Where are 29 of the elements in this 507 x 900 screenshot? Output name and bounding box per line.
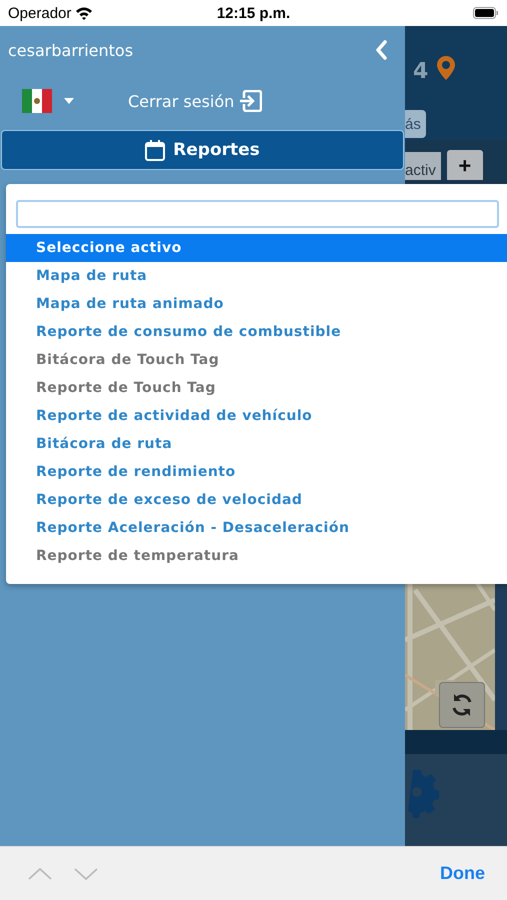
report-option[interactable]: Reporte de actividad de vehículo	[6, 402, 507, 430]
reports-button[interactable]: Reportes	[1, 130, 404, 170]
clock-time: 12:15 p.m.	[216, 4, 290, 22]
wifi-icon	[75, 6, 94, 20]
report-option[interactable]: Reporte de consumo de combustible	[6, 318, 507, 346]
calendar-icon	[145, 140, 166, 160]
done-button[interactable]: Done	[440, 863, 485, 884]
refresh-button[interactable]	[439, 682, 485, 728]
report-option[interactable]: Mapa de ruta	[6, 262, 507, 290]
carrier-name: Operador	[8, 4, 72, 22]
report-option[interactable]: Reporte Aceleración - Desaceleración	[6, 514, 507, 542]
map-pin-icon	[436, 55, 456, 81]
logo-text: 4	[413, 58, 428, 84]
report-option[interactable]: Reporte de rendimiento	[6, 458, 507, 486]
report-option[interactable]: Mapa de ruta animado	[6, 290, 507, 318]
logout-button[interactable]: Cerrar sesión	[128, 90, 262, 112]
logout-icon	[240, 90, 262, 112]
username: cesarbarrientos	[8, 40, 134, 60]
asset-field[interactable]: activ	[405, 152, 441, 180]
zoom-in-button[interactable]: +	[446, 150, 483, 182]
search-field[interactable]	[16, 200, 499, 228]
report-option[interactable]: Bitácora de ruta	[6, 430, 507, 458]
back-chevron-icon[interactable]	[375, 40, 389, 60]
report-option[interactable]: Seleccione activo	[6, 234, 507, 262]
more-button[interactable]: ás	[405, 110, 426, 138]
report-option[interactable]: Reporte de exceso de velocidad	[6, 486, 507, 514]
battery-icon	[473, 7, 499, 19]
flag-dropdown-icon[interactable]	[22, 89, 76, 113]
refresh-icon	[451, 693, 473, 717]
